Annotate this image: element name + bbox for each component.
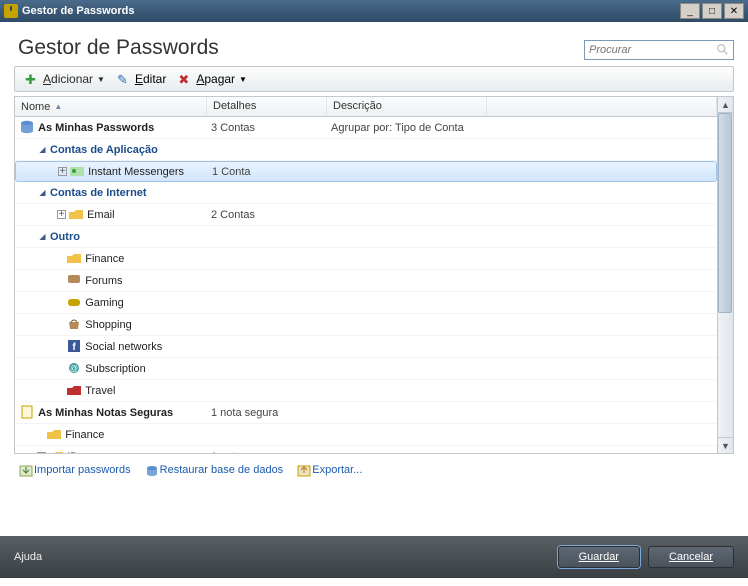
titlebar: Gestor de Passwords _ □ ✕	[0, 0, 748, 22]
maximize-button[interactable]: □	[702, 3, 722, 19]
expand-icon[interactable]: +	[57, 210, 66, 219]
toolbar: Adicionar▼ Editar Apagar▼	[14, 66, 734, 92]
import-icon	[18, 464, 32, 478]
collapse-icon[interactable]: ◢	[37, 187, 48, 198]
scroll-thumb[interactable]	[718, 113, 732, 313]
chevron-down-icon: ▼	[97, 75, 105, 84]
facebook-icon: f	[66, 339, 82, 354]
chevron-down-icon: ▼	[239, 75, 247, 84]
tree-item-travel[interactable]: Travel	[15, 380, 717, 402]
tree-item-shopping[interactable]: Shopping	[15, 314, 717, 336]
folder-icon	[68, 207, 84, 222]
export-icon	[296, 464, 310, 478]
col-description-header[interactable]: Descrição	[327, 97, 487, 116]
collapse-icon[interactable]: ◢	[37, 144, 48, 155]
tree-list: Nome▲ Detalhes Descrição As Minhas Passw…	[14, 96, 734, 454]
tree-item-finance[interactable]: Finance	[15, 248, 717, 270]
cancel-button[interactable]: Cancelar	[648, 546, 734, 568]
database-icon	[19, 120, 35, 135]
folder-icon	[66, 251, 82, 266]
sort-asc-icon: ▲	[54, 102, 62, 111]
tree-item-notes-finance[interactable]: Finance	[15, 424, 717, 446]
tree-item-subscription[interactable]: @ Subscription	[15, 358, 717, 380]
tree-root-notes[interactable]: As Minhas Notas Seguras 1 nota segura	[15, 402, 717, 424]
app-icon	[4, 4, 18, 18]
column-headers: Nome▲ Detalhes Descrição	[15, 97, 717, 117]
add-button[interactable]: Adicionar▼	[19, 70, 111, 88]
window-title: Gestor de Passwords	[22, 5, 135, 17]
folder-icon	[66, 295, 82, 310]
tree-item-social[interactable]: f Social networks	[15, 336, 717, 358]
folder-icon	[66, 317, 82, 332]
help-link[interactable]: Ajuda	[14, 551, 42, 563]
tree-item-notes-ids[interactable]: + IDs1 nota segura	[15, 446, 717, 453]
expand-icon[interactable]: +	[58, 167, 67, 176]
tree-root-passwords[interactable]: As Minhas Passwords 3 Contas Agrupar por…	[15, 117, 717, 139]
search-icon	[716, 43, 730, 57]
col-name-header[interactable]: Nome▲	[15, 97, 207, 116]
folder-icon	[66, 273, 82, 288]
restore-icon	[144, 464, 158, 478]
minimize-button[interactable]: _	[680, 3, 700, 19]
tree-item-forums[interactable]: Forums	[15, 270, 717, 292]
tree-item-gaming[interactable]: Gaming	[15, 292, 717, 314]
export-link[interactable]: Exportar...	[312, 464, 362, 476]
edit-button[interactable]: Editar	[111, 70, 172, 88]
expand-icon[interactable]: +	[37, 452, 46, 453]
close-button[interactable]: ✕	[724, 3, 744, 19]
scroll-down-icon[interactable]: ▼	[718, 437, 733, 453]
pencil-icon	[117, 72, 131, 86]
svg-text:@: @	[70, 364, 78, 373]
tree-category-other[interactable]: ◢Outro	[15, 226, 717, 248]
x-icon	[178, 72, 192, 86]
collapse-icon[interactable]: ◢	[37, 231, 48, 242]
import-link[interactable]: Importar passwords	[34, 464, 131, 476]
folder-icon	[66, 383, 82, 398]
tree-item-email[interactable]: + Email 2 Contas	[15, 204, 717, 226]
tree-item-instant-messengers[interactable]: + Instant Messengers 1 Conta	[15, 161, 717, 182]
note-icon	[19, 405, 35, 420]
bottom-links: Importar passwords Restaurar base de dad…	[14, 454, 734, 488]
save-button[interactable]: Guardar	[558, 546, 640, 568]
tree-category-internet[interactable]: ◢Contas de Internet	[15, 182, 717, 204]
restore-link[interactable]: Restaurar base de dados	[160, 464, 284, 476]
vertical-scrollbar[interactable]: ▲ ▼	[717, 97, 733, 453]
folder-icon	[69, 164, 85, 179]
tree-category-app[interactable]: ◢Contas de Aplicação	[15, 139, 717, 161]
footer: Ajuda Guardar Cancelar	[0, 536, 748, 578]
delete-button[interactable]: Apagar▼	[172, 70, 253, 88]
folder-icon: @	[66, 361, 82, 376]
search-input[interactable]	[584, 40, 734, 60]
col-details-header[interactable]: Detalhes	[207, 97, 327, 116]
plus-icon	[25, 72, 39, 86]
folder-icon	[46, 427, 62, 442]
scroll-up-icon[interactable]: ▲	[718, 97, 733, 113]
